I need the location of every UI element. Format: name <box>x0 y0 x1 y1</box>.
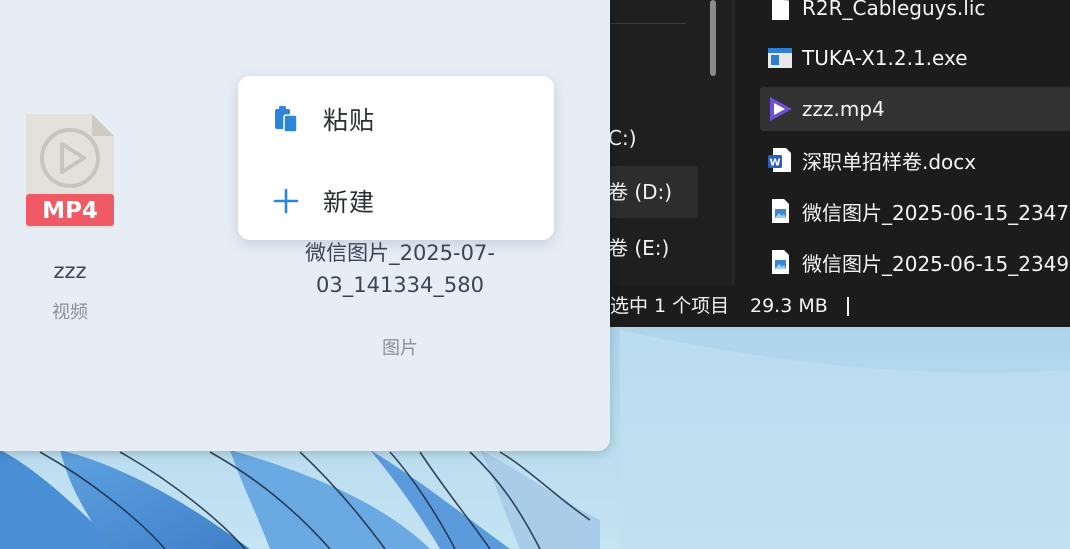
tile-type: 视频 <box>52 302 88 323</box>
tile-name: zzz <box>53 259 87 283</box>
selection-size: 29.3 MB <box>750 295 828 317</box>
file-name: 微信图片_2025-06-15_234944 <box>802 251 1070 276</box>
exe-icon <box>768 48 792 68</box>
file-name: zzz.mp4 <box>802 97 885 121</box>
tile-name-line2: 03_141334_580 <box>316 273 484 297</box>
document-icon <box>772 0 789 20</box>
nav-item-label: 卷 (E:) <box>608 236 670 260</box>
image-icon <box>772 199 789 223</box>
mp4-file-icon: MP4 <box>26 114 114 228</box>
file-row-selected[interactable]: zzz.mp4 <box>760 87 1070 131</box>
svg-text:W: W <box>769 158 780 169</box>
file-name: 微信图片_2025-06-15_234717 <box>802 200 1070 225</box>
image-icon <box>772 250 789 274</box>
file-name: 深职单招样卷.docx <box>802 149 977 174</box>
nav-item-label: 卷 (D:) <box>608 180 673 204</box>
tile-type: 图片 <box>382 338 418 359</box>
plus-icon <box>273 188 299 214</box>
file-name: TUKA-X1.2.1.exe <box>802 46 968 70</box>
file-row[interactable]: W 深职单招样卷.docx <box>760 138 1070 182</box>
nav-scrollbar[interactable] <box>710 0 716 76</box>
file-row[interactable]: 微信图片_2025-06-15_234944 <box>760 240 1070 284</box>
context-menu: 粘贴 新建 <box>238 76 554 240</box>
pane-splitter[interactable] <box>732 0 734 285</box>
status-separator <box>847 297 849 316</box>
file-row[interactable]: 微信图片_2025-06-15_234717 <box>760 189 1070 233</box>
menu-item-label: 新建 <box>323 188 376 217</box>
file-row[interactable]: R2R_Cableguys.lic <box>760 0 1070 30</box>
status-bar: 选中 1 个项目 29.3 MB <box>596 285 1070 327</box>
video-icon <box>770 97 792 121</box>
file-list: R2R_Cableguys.lic TUKA-X1.2.1.exe zzz.mp… <box>760 0 1070 285</box>
file-tile-video[interactable]: MP4 zzz 视频 <box>0 0 180 323</box>
navigation-pane: C:) 卷 (D:) 卷 (E:) <box>596 0 736 285</box>
paste-icon <box>275 106 298 133</box>
nav-item-drive-c[interactable]: C:) <box>596 112 698 164</box>
nav-item-drive-e[interactable]: 卷 (E:) <box>596 222 698 274</box>
nav-item-label: C:) <box>608 126 637 150</box>
nav-item-drive-d[interactable]: 卷 (D:) <box>596 166 698 218</box>
file-row[interactable]: TUKA-X1.2.1.exe <box>760 36 1070 80</box>
mp4-badge: MP4 <box>42 198 98 224</box>
word-icon: W <box>768 148 791 172</box>
selection-count: 选中 1 个项目 <box>610 295 730 317</box>
file-name: R2R_Cableguys.lic <box>802 0 986 20</box>
menu-item-paste[interactable]: 粘贴 <box>238 78 554 160</box>
file-explorer-window: C:) 卷 (D:) 卷 (E:) R2R_Cableguys.lic TUKA… <box>596 0 1070 327</box>
menu-item-new[interactable]: 新建 <box>238 160 554 242</box>
menu-item-label: 粘贴 <box>323 106 376 135</box>
desktop: C:) 卷 (D:) 卷 (E:) R2R_Cableguys.lic TUKA… <box>0 0 1070 549</box>
